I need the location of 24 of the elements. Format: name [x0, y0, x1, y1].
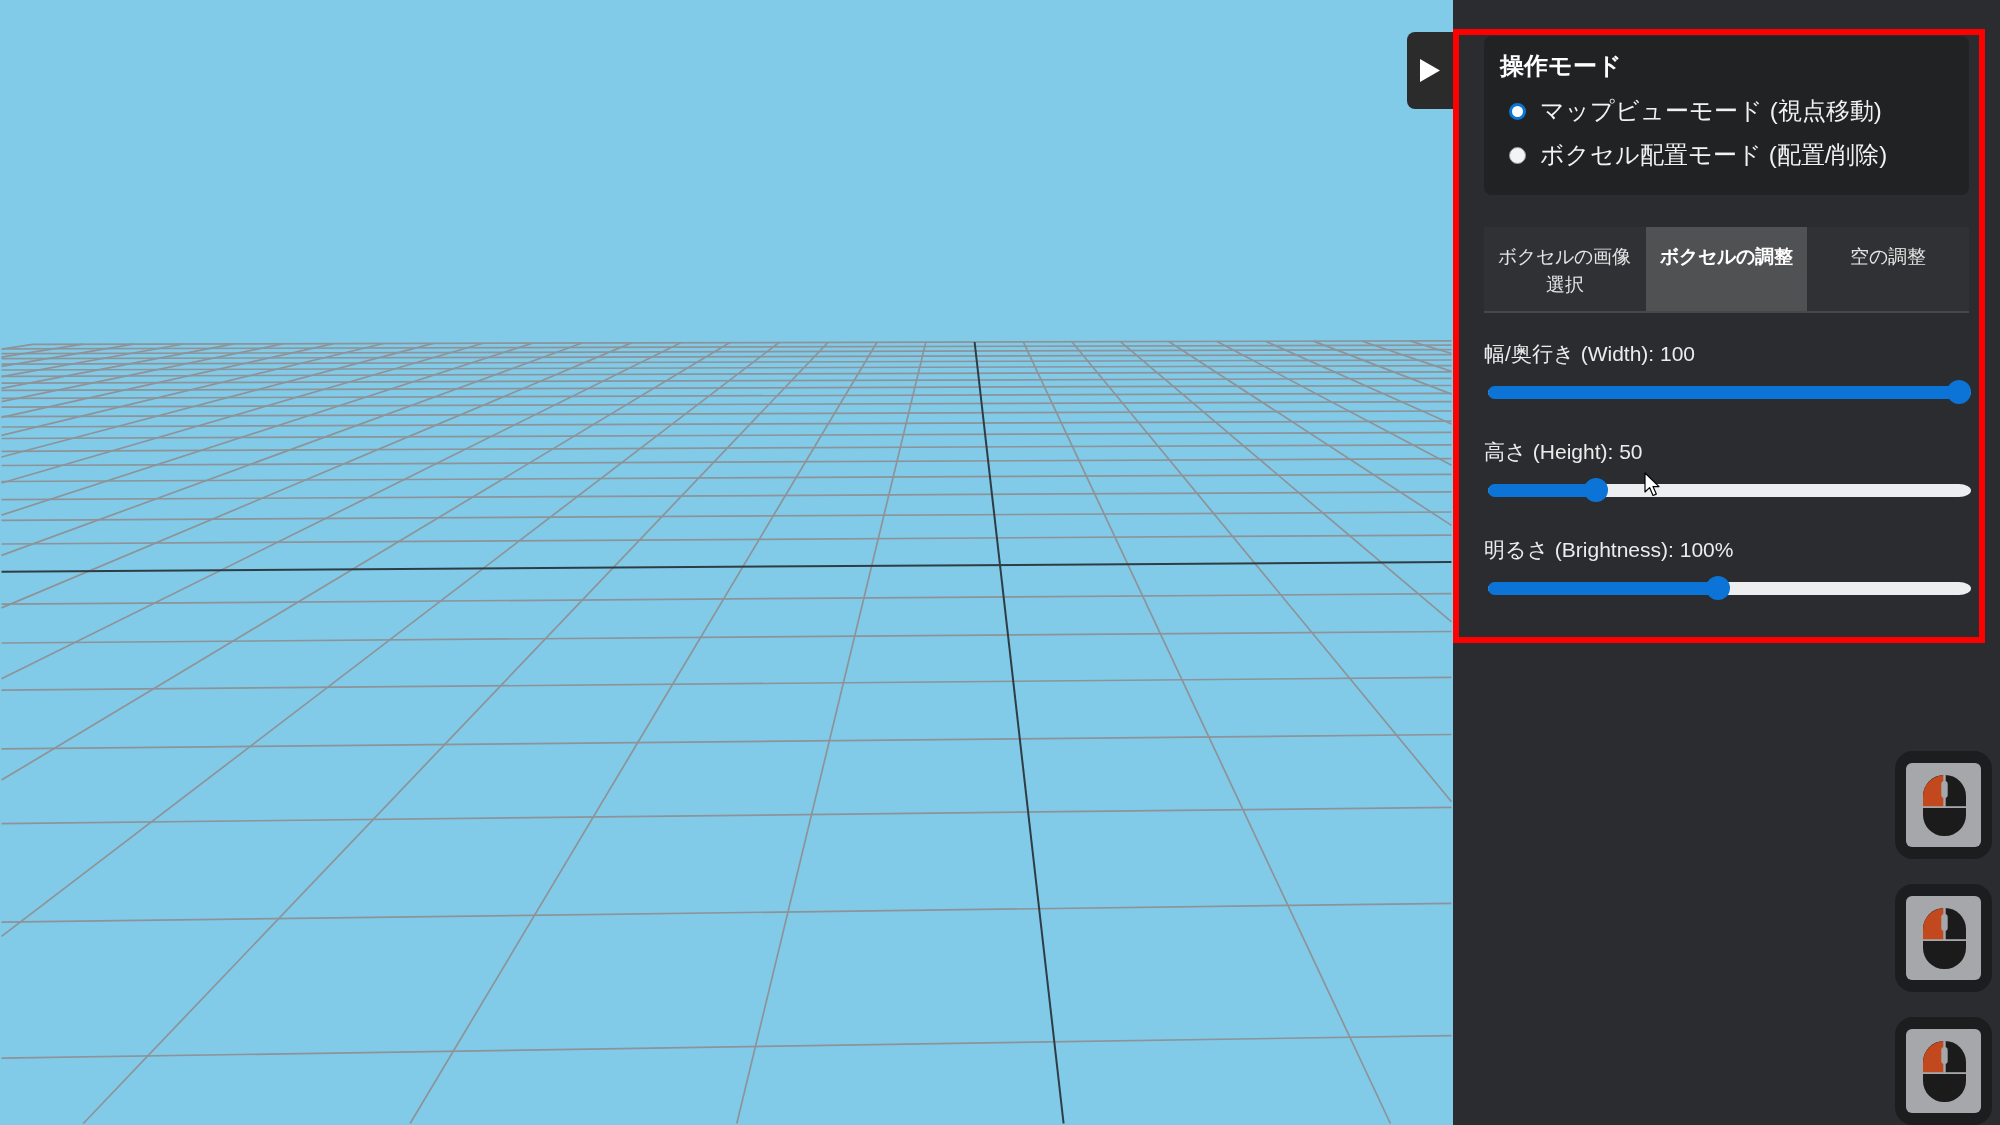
slider-thumb[interactable] [1584, 478, 1609, 502]
tab[interactable]: ボクセルの画像選択 [1484, 227, 1646, 311]
mouse-button[interactable] [1895, 884, 1992, 992]
radio-label[interactable]: マップビューモード (視点移動) [1540, 94, 1882, 128]
slider-thumb[interactable] [1706, 576, 1730, 600]
radio-button[interactable] [1509, 102, 1526, 120]
slider-label: 高さ (Height): 50 [1484, 439, 1644, 465]
mouse-button[interactable] [1895, 1017, 1992, 1125]
mouse-icon [1906, 763, 1981, 847]
mouse-icon [1906, 896, 1981, 980]
tab[interactable]: 空の調整 [1807, 227, 1969, 311]
play-icon [1420, 59, 1440, 82]
slider-label: 明るさ (Brightness): 100% [1484, 537, 1735, 563]
radio-label[interactable]: ボクセル配置モード (配置/削除) [1540, 138, 1888, 172]
play-button[interactable] [1407, 32, 1453, 109]
slider-label: 幅/奥行き (Width): 100 [1484, 341, 1697, 367]
mouse-icon [1906, 1029, 1981, 1113]
pointer-cursor-icon [1644, 472, 1662, 498]
tab[interactable]: ボクセルの調整 [1645, 227, 1808, 311]
section-title: 操作モード [1500, 51, 1623, 81]
radio-button[interactable] [1509, 146, 1526, 164]
slider-track[interactable] [1488, 380, 1971, 404]
mouse-button[interactable] [1895, 751, 1992, 859]
slider-thumb[interactable] [1947, 380, 1971, 404]
